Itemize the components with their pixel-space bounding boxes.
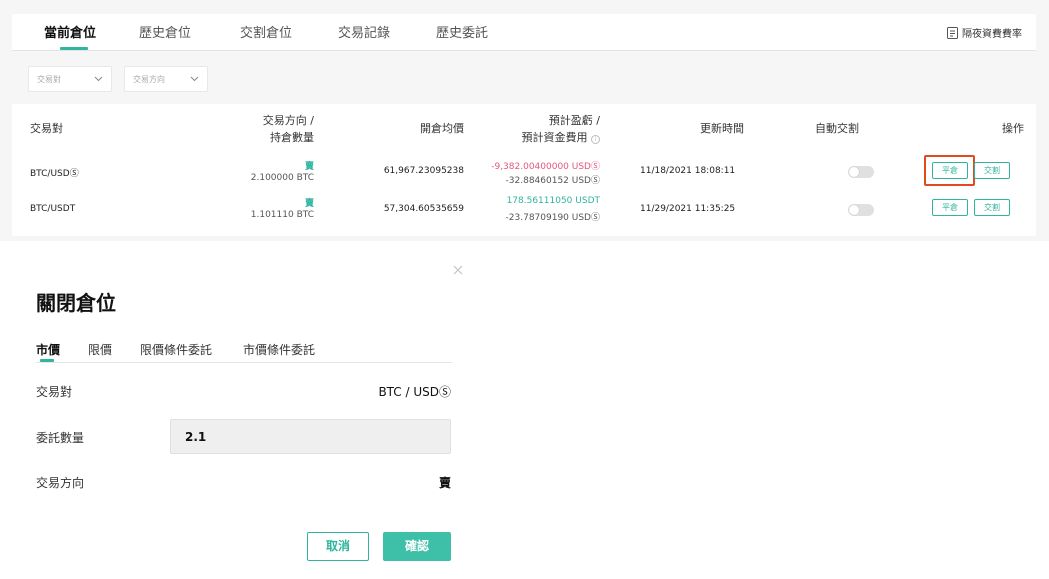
document-list-icon	[947, 26, 958, 39]
row-1-auto-delivery-toggle[interactable]	[848, 166, 874, 178]
positions-tabs: 當前倉位 歷史倉位 交割倉位 交易記錄 歷史委託 隔夜資費費率	[12, 14, 1036, 51]
toggle-knob	[849, 167, 859, 177]
pair-label: 交易對	[36, 385, 73, 399]
header-position-size: 持倉數量	[270, 131, 314, 144]
dialog-title: 關閉倉位	[36, 291, 116, 315]
dialog-active-tab-indicator	[40, 359, 54, 362]
tab-market[interactable]: 市價	[36, 341, 60, 358]
dialog-close-icon[interactable]	[451, 262, 465, 276]
row-1-deliver-button[interactable]: 交割	[974, 162, 1010, 179]
header-actions: 操作	[1002, 122, 1024, 135]
tab-market-conditional[interactable]: 市價條件委託	[243, 341, 315, 358]
pair-filter-select[interactable]: 交易對	[28, 66, 112, 92]
header-updated: 更新時間	[700, 122, 744, 135]
direction-filter-label: 交易方向	[133, 74, 165, 84]
direction-label: 交易方向	[36, 476, 85, 490]
header-pnl: 預計盈虧 /	[548, 114, 600, 127]
quantity-input[interactable]	[170, 419, 451, 454]
header-pair: 交易對	[30, 122, 63, 135]
confirm-button[interactable]: 確認	[383, 532, 451, 561]
tab-current-positions[interactable]: 當前倉位	[44, 22, 96, 41]
quantity-label: 委託數量	[36, 431, 85, 445]
positions-table: 交易對 交易方向 / 持倉數量 開倉均價 預計盈虧 / 預計資金費用 i 更新時…	[12, 104, 1036, 236]
toggle-knob	[849, 205, 859, 215]
tab-position-history[interactable]: 歷史倉位	[139, 22, 191, 41]
tab-delivery-positions[interactable]: 交割倉位	[240, 22, 292, 41]
overnight-fee-label: 隔夜資費費率	[962, 29, 1022, 40]
tab-limit[interactable]: 限價	[88, 341, 112, 358]
row-1-updated: 11/18/2021 18:08:11	[640, 166, 736, 176]
tab-order-history[interactable]: 歷史委託	[436, 22, 488, 41]
row-2-updated: 11/29/2021 11:35:25	[640, 204, 736, 214]
pair-value: BTC / USDⓈ	[378, 385, 451, 399]
tab-limit-conditional[interactable]: 限價條件委託	[140, 341, 212, 358]
row-2-direction: 賣	[304, 199, 314, 209]
pair-filter-label: 交易對	[37, 74, 61, 84]
row-2-deliver-button[interactable]: 交割	[974, 199, 1010, 216]
row-2-quantity: 1.101110 BTC	[250, 210, 314, 220]
dialog-tabs-divider	[36, 362, 452, 363]
tab-trade-history[interactable]: 交易記錄	[338, 22, 390, 41]
row-1-pnl: -9,382.00400000 USDⓈ	[491, 162, 600, 172]
row-2-pnl: 178.56111050 USDT	[506, 196, 600, 206]
direction-filter-select[interactable]: 交易方向	[124, 66, 208, 92]
row-1-pair: BTC/USDⓈ	[30, 169, 79, 179]
row-1-quantity: 2.100000 BTC	[250, 173, 314, 183]
overnight-fee-link[interactable]: 隔夜資費費率	[947, 25, 1022, 40]
direction-value: 賣	[438, 476, 451, 490]
header-auto-delivery: 自動交割	[815, 122, 859, 135]
positions-panel: 當前倉位 歷史倉位 交割倉位 交易記錄 歷史委託 隔夜資費費率 交易對 交易方向…	[0, 0, 1049, 241]
header-avg-price: 開倉均價	[420, 122, 464, 135]
chevron-down-icon	[94, 74, 103, 85]
header-funding: 預計資金費用 i	[522, 129, 600, 145]
row-2-close-button[interactable]: 平倉	[932, 199, 968, 216]
row-2-funding: -23.78709190 USDⓈ	[505, 213, 600, 223]
row-2-avg-price: 57,304.60535659	[383, 204, 464, 214]
row-2-pair: BTC/USDT	[30, 204, 76, 214]
row-1-direction: 賣	[304, 162, 314, 172]
close-button-highlight	[924, 155, 975, 186]
header-direction: 交易方向 /	[262, 114, 314, 127]
row-2-auto-delivery-toggle[interactable]	[848, 204, 874, 216]
active-tab-indicator	[60, 47, 88, 50]
info-icon[interactable]: i	[591, 135, 600, 144]
chevron-down-icon	[190, 74, 199, 85]
cancel-button[interactable]: 取消	[307, 532, 369, 561]
row-1-avg-price: 61,967.23095238	[383, 166, 464, 176]
row-1-funding: -32.88460152 USDⓈ	[505, 176, 600, 186]
